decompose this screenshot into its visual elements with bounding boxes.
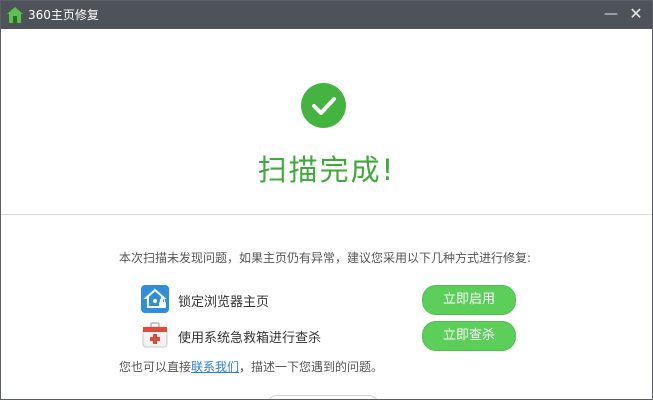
title-bar[interactable]: 360主页修复 — ✕ [1,1,652,29]
contact-suffix: ，描述一下您遇到的问题。 [239,360,384,374]
window-title: 360主页修复 [28,8,99,22]
first-aid-kit-icon [141,321,169,349]
contact-us-link[interactable]: 联系我们 [191,360,239,374]
app-window: 360主页修复 — ✕ 扫描完成! 本次扫描未发现问题，如果主页仍有异常，建议您… [0,0,653,400]
scan-now-button[interactable]: 立即查杀 [422,321,516,351]
minimize-button[interactable]: — [599,3,623,25]
locked-home-icon [141,285,169,313]
description-text: 本次扫描未发现问题，如果主页仍有异常，建议您采用以下几种方式进行修复: [119,251,532,265]
result-panel: 扫描完成! [1,29,652,214]
contact-prefix: 您也可以直接 [119,360,192,374]
bottom-button[interactable] [267,395,379,399]
check-icon [301,83,346,128]
option-label: 使用系统急救箱进行查杀 [178,331,322,346]
option-label: 锁定浏览器主页 [178,295,270,310]
scan-complete-title: 扫描完成! [257,153,396,187]
suggestion-panel: 本次扫描未发现问题，如果主页仍有异常，建议您采用以下几种方式进行修复: 锁定浏览… [1,215,652,399]
option-lock-homepage: 锁定浏览器主页 立即启用 [141,285,521,315]
house-icon [6,6,24,24]
option-first-aid-kit: 使用系统急救箱进行查杀 立即查杀 [141,321,521,351]
enable-now-button[interactable]: 立即启用 [422,285,516,315]
contact-line: 您也可以直接联系我们，描述一下您遇到的问题。 [119,358,383,375]
close-button[interactable]: ✕ [624,3,648,25]
